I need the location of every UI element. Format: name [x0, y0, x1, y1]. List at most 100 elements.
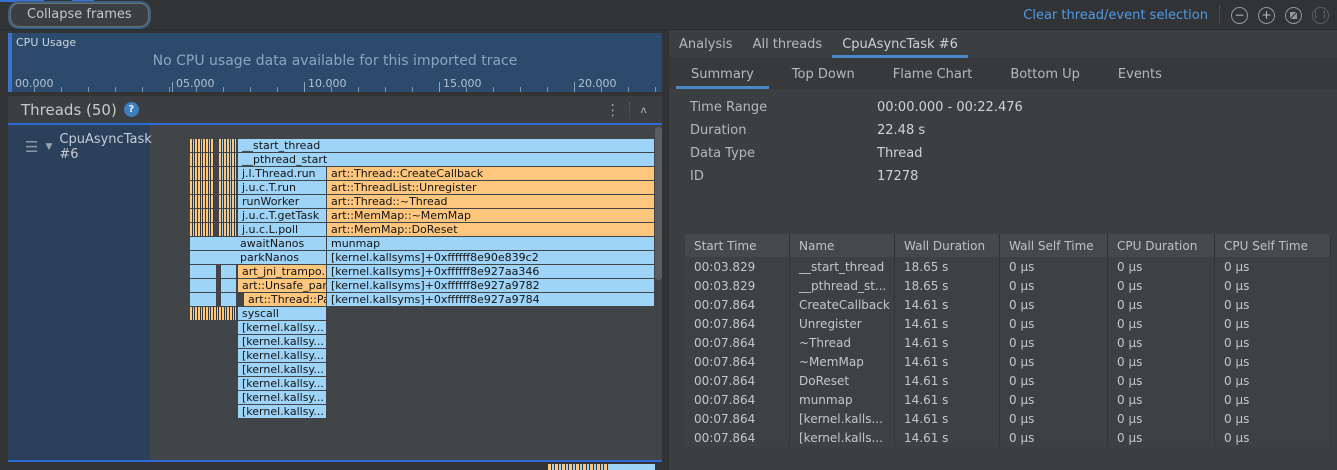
flame-block[interactable]: [kernel.kallsy... [238, 335, 326, 348]
table-row[interactable]: 00:07.864[kernel.kalls...14.61 s0 µs0 µs… [685, 428, 1331, 447]
table-row[interactable]: 00:07.864~Thread14.61 s0 µs0 µs0 µs [685, 333, 1331, 352]
toolbar-right-controls: Clear thread/event selection −+ [ ] [1023, 0, 1329, 30]
flame-block[interactable]: munmap [327, 237, 654, 250]
flame-block[interactable] [190, 265, 216, 278]
table-cell: 0 µs [1215, 371, 1331, 390]
column-header[interactable]: Wall Self Time [1000, 234, 1108, 257]
cpu-usage-panel[interactable]: CPU Usage No CPU usage data available fo… [8, 33, 662, 92]
flame-block[interactable]: [kernel.kallsyms]+0xffffff8e927aa346 [327, 265, 654, 278]
flame-block[interactable]: awaitNanos [190, 237, 326, 250]
table-row[interactable]: 00:03.829__start_thread18.65 s0 µs0 µs0 … [685, 257, 1331, 276]
tab-analysis[interactable]: Analysis [669, 30, 743, 58]
summary-value: 00:00.000 - 00:22.476 [877, 100, 1023, 115]
tab-cpuasynctask-6[interactable]: CpuAsyncTask #6 [832, 30, 968, 58]
flame-block[interactable]: syscall [238, 307, 326, 320]
flame-block[interactable]: art::ThreadList::Unregister [327, 181, 654, 194]
subtab-events[interactable]: Events [1099, 59, 1181, 89]
subtab-flame-chart[interactable]: Flame Chart [874, 59, 992, 89]
flame-stripes [190, 195, 214, 208]
flame-block[interactable]: __pthread_start [238, 153, 654, 166]
flame-stripes [219, 153, 236, 166]
flame-block[interactable]: [kernel.kallsy... [238, 391, 326, 404]
table-cell: 00:07.864 [685, 428, 790, 447]
flame-block[interactable]: art::Unsafe_park [238, 279, 326, 292]
thread-label-pane[interactable]: ☰ ▼ CpuAsyncTask #6 [8, 125, 150, 460]
collapse-panel-icon[interactable]: ∧ [639, 104, 648, 115]
table-cell: ~MemMap [790, 352, 895, 371]
flame-block[interactable]: j.u.c.T.run [238, 181, 326, 194]
table-row[interactable]: 00:07.864~MemMap14.61 s0 µs0 µs0 µs [685, 352, 1331, 371]
column-header[interactable]: Name [790, 234, 895, 257]
summary-value: Thread [877, 146, 922, 161]
flame-stripes [190, 181, 214, 194]
zoom-out-icon[interactable]: − [1231, 7, 1248, 24]
flame-block[interactable]: [kernel.kallsy... [238, 349, 326, 362]
subtab-bottom-up[interactable]: Bottom Up [991, 59, 1099, 89]
table-cell: 14.61 s [895, 333, 1000, 352]
flame-block[interactable]: runWorker [238, 195, 326, 208]
table-cell: 0 µs [1000, 428, 1108, 447]
details-panel: AnalysisAll threadsCpuAsyncTask #6 Summa… [669, 30, 1337, 470]
table-row[interactable]: 00:07.864CreateCallback14.61 s0 µs0 µs0 … [685, 295, 1331, 314]
table-cell: 00:07.864 [685, 390, 790, 409]
table-cell: 0 µs [1000, 409, 1108, 428]
column-header[interactable]: Wall Duration [895, 234, 1000, 257]
column-header[interactable]: CPU Self Time [1215, 234, 1331, 257]
flame-block[interactable] [221, 279, 236, 292]
column-header[interactable]: CPU Duration [1108, 234, 1215, 257]
subtab-top-down[interactable]: Top Down [773, 59, 874, 89]
table-cell: 0 µs [1215, 257, 1331, 276]
flame-block[interactable]: [kernel.kallsyms]+0xffffff8e90e839c2 [327, 251, 654, 264]
clear-selection-link[interactable]: Clear thread/event selection [1023, 8, 1208, 23]
table-row[interactable]: 00:07.864Unregister14.61 s0 µs0 µs0 µs [685, 314, 1331, 333]
flame-block[interactable]: parkNanos [190, 251, 326, 264]
zoom-in-icon[interactable]: + [1258, 7, 1275, 24]
table-cell: 00:07.864 [685, 314, 790, 333]
table-cell: 0 µs [1108, 295, 1215, 314]
column-header[interactable]: Start Time [685, 234, 790, 257]
flame-block[interactable]: j.l.Thread.run [238, 167, 326, 180]
zoom-to-selection-icon[interactable]: [ ] [1312, 7, 1329, 24]
flame-block[interactable]: art::Thread::CreateCallback [327, 167, 654, 180]
flame-block[interactable]: art_jni_trampo... [238, 265, 326, 278]
help-icon[interactable]: ? [124, 102, 139, 117]
flame-block[interactable]: __start_thread [238, 139, 654, 152]
flame-block[interactable] [190, 293, 216, 306]
subtab-summary[interactable]: Summary [672, 59, 773, 89]
flame-block[interactable]: [kernel.kallsy... [238, 377, 326, 390]
more-options-icon[interactable]: ⋮ [605, 101, 620, 119]
table-row[interactable]: 00:07.864[kernel.kalls...14.61 s0 µs0 µs… [685, 409, 1331, 428]
expand-chevron-icon[interactable]: ▼ [45, 142, 52, 152]
flame-block[interactable]: j.u.c.L.poll [238, 223, 326, 236]
flame-block[interactable]: art::MemMap::~MemMap [327, 209, 654, 222]
analysis-tabs: AnalysisAll threadsCpuAsyncTask #6 [669, 30, 1337, 59]
flame-block[interactable]: [kernel.kallsy... [238, 405, 326, 418]
table-cell: 00:07.864 [685, 352, 790, 371]
table-cell: 18.65 s [895, 276, 1000, 295]
flame-block[interactable]: [kernel.kallsy... [238, 321, 326, 334]
summary-value: 22.48 s [877, 123, 925, 138]
flame-block[interactable]: art::Thread::Park [244, 293, 326, 306]
flame-block[interactable]: [kernel.kallsyms]+0xffffff8e927a9782 [327, 279, 654, 292]
flame-block[interactable]: [kernel.kallsy... [238, 363, 326, 376]
flame-chart[interactable]: __start_thread__pthread_startj.l.Thread.… [150, 125, 662, 460]
table-cell: 0 µs [1215, 333, 1331, 352]
panel-divider [662, 30, 669, 470]
flame-block[interactable]: j.u.c.T.getTask [238, 209, 326, 222]
reset-zoom-icon[interactable] [1285, 7, 1302, 24]
drag-handle-icon[interactable]: ☰ [25, 138, 38, 156]
flame-block[interactable] [221, 293, 236, 306]
table-row[interactable]: 00:07.864munmap14.61 s0 µs0 µs0 µs [685, 390, 1331, 409]
table-row[interactable]: 00:07.864DoReset14.61 s0 µs0 µs0 µs [685, 371, 1331, 390]
tab-all-threads[interactable]: All threads [743, 30, 833, 58]
flame-block[interactable]: art::MemMap::DoReset [327, 223, 654, 236]
collapse-frames-button[interactable]: Collapse frames [10, 3, 149, 27]
table-row[interactable]: 00:03.829__pthread_st...18.65 s0 µs0 µs0… [685, 276, 1331, 295]
flame-block[interactable] [221, 265, 236, 278]
threads-scrollbar[interactable] [655, 127, 662, 280]
flame-stripes [219, 209, 236, 222]
summary-label: ID [690, 169, 877, 184]
flame-block[interactable] [190, 279, 216, 292]
flame-block[interactable]: [kernel.kallsyms]+0xffffff8e927a9784 [327, 293, 654, 306]
flame-block[interactable]: art::Thread::~Thread [327, 195, 654, 208]
